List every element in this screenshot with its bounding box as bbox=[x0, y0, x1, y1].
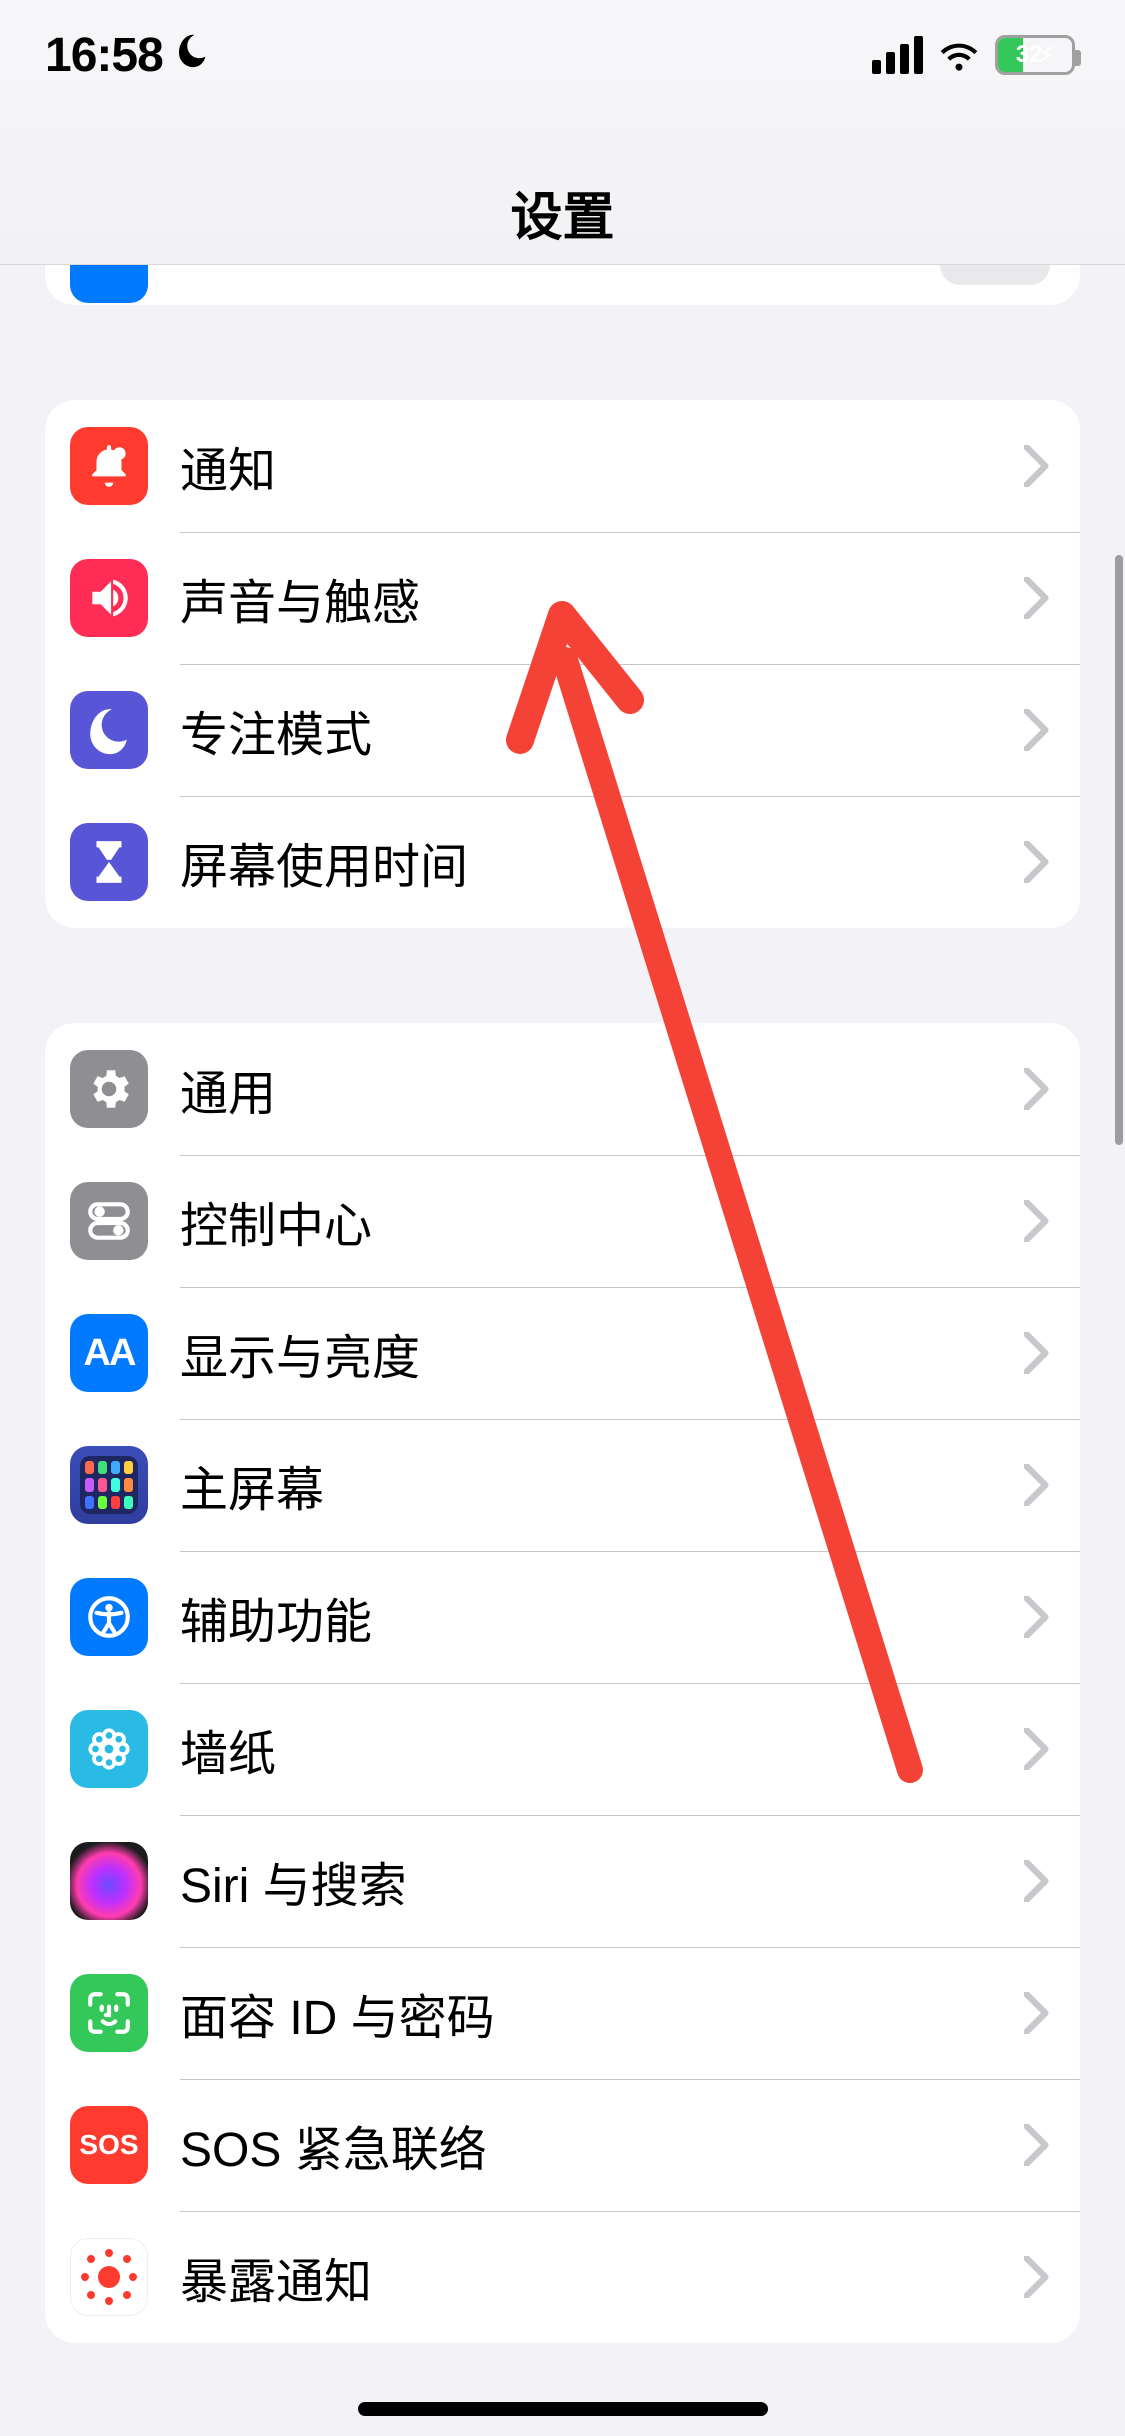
exposure-icon bbox=[70, 2238, 148, 2316]
battery-percent: 32⚡︎ bbox=[998, 41, 1072, 69]
chevron-right-icon bbox=[1024, 2124, 1050, 2166]
status-time: 16:58 bbox=[45, 28, 163, 83]
home-indicator[interactable] bbox=[358, 2402, 768, 2416]
chevron-right-icon bbox=[1024, 1068, 1050, 1110]
row-label: Siri 与搜索 bbox=[180, 1846, 1024, 1916]
chevron-right-icon bbox=[1024, 709, 1050, 751]
row-label: 显示与亮度 bbox=[180, 1318, 1024, 1388]
general-icon bbox=[70, 1050, 148, 1128]
settings-group-general: 通用 控制中心 AA 显示与亮度 主屏幕 bbox=[45, 1023, 1080, 2343]
row-accessibility[interactable]: 辅助功能 bbox=[45, 1551, 1080, 1683]
notifications-icon bbox=[70, 427, 148, 505]
do-not-disturb-icon bbox=[173, 28, 213, 83]
row-display[interactable]: AA 显示与亮度 bbox=[45, 1287, 1080, 1419]
sounds-icon bbox=[70, 559, 148, 637]
status-right: 32⚡︎ bbox=[872, 33, 1075, 77]
row-label: 屏幕使用时间 bbox=[180, 827, 1024, 897]
row-faceid[interactable]: 面容 ID 与密码 bbox=[45, 1947, 1080, 2079]
row-siri[interactable]: Siri 与搜索 bbox=[45, 1815, 1080, 1947]
row-notifications[interactable]: 通知 bbox=[45, 400, 1080, 532]
row-home-screen[interactable]: 主屏幕 bbox=[45, 1419, 1080, 1551]
settings-group-attention: 通知 声音与触感 专注模式 屏幕使用时间 bbox=[45, 400, 1080, 928]
row-general[interactable]: 通用 bbox=[45, 1023, 1080, 1155]
chevron-right-icon bbox=[1024, 1992, 1050, 2034]
display-icon: AA bbox=[70, 1314, 148, 1392]
chevron-right-icon bbox=[1024, 1728, 1050, 1770]
row-label: 暴露通知 bbox=[180, 2242, 1024, 2312]
partial-row[interactable] bbox=[45, 265, 1080, 305]
status-left: 16:58 bbox=[45, 28, 213, 83]
row-label: 面容 ID 与密码 bbox=[180, 1978, 1024, 2048]
row-label: 通用 bbox=[180, 1054, 1024, 1124]
focus-icon bbox=[70, 691, 148, 769]
row-wallpaper[interactable]: 墙纸 bbox=[45, 1683, 1080, 1815]
charging-bolt-icon: ⚡︎ bbox=[1039, 42, 1054, 67]
row-label: 专注模式 bbox=[180, 695, 1024, 765]
chevron-right-icon bbox=[1024, 2256, 1050, 2298]
row-exposure[interactable]: 暴露通知 bbox=[45, 2211, 1080, 2343]
siri-icon bbox=[70, 1842, 148, 1920]
chevron-right-icon bbox=[1024, 841, 1050, 883]
toggle-off[interactable] bbox=[940, 265, 1050, 285]
faceid-icon bbox=[70, 1974, 148, 2052]
row-label: 控制中心 bbox=[180, 1186, 1024, 1256]
row-sos[interactable]: SOS SOS 紧急联络 bbox=[45, 2079, 1080, 2211]
row-label: 声音与触感 bbox=[180, 563, 1024, 633]
control-center-icon bbox=[70, 1182, 148, 1260]
sos-glyph: SOS bbox=[79, 2129, 138, 2161]
chevron-right-icon bbox=[1024, 1860, 1050, 1902]
accessibility-icon bbox=[70, 1578, 148, 1656]
cellular-signal-icon bbox=[872, 36, 923, 74]
sos-icon: SOS bbox=[70, 2106, 148, 2184]
display-aa-glyph: AA bbox=[84, 1332, 135, 1375]
chevron-right-icon bbox=[1024, 445, 1050, 487]
row-focus[interactable]: 专注模式 bbox=[45, 664, 1080, 796]
screentime-icon bbox=[70, 823, 148, 901]
partial-icon bbox=[70, 265, 148, 303]
chevron-right-icon bbox=[1024, 1200, 1050, 1242]
wallpaper-icon bbox=[70, 1710, 148, 1788]
chevron-right-icon bbox=[1024, 1596, 1050, 1638]
status-bar: 16:58 32⚡︎ bbox=[0, 0, 1125, 110]
scroll-indicator[interactable] bbox=[1115, 555, 1123, 1145]
wifi-icon bbox=[937, 33, 981, 77]
row-control-center[interactable]: 控制中心 bbox=[45, 1155, 1080, 1287]
battery-icon: 32⚡︎ bbox=[995, 35, 1075, 75]
chevron-right-icon bbox=[1024, 577, 1050, 619]
row-sounds[interactable]: 声音与触感 bbox=[45, 532, 1080, 664]
chevron-right-icon bbox=[1024, 1464, 1050, 1506]
row-label: 主屏幕 bbox=[180, 1450, 1024, 1520]
row-label: 墙纸 bbox=[180, 1714, 1024, 1784]
row-label: 通知 bbox=[180, 431, 1024, 501]
row-screentime[interactable]: 屏幕使用时间 bbox=[45, 796, 1080, 928]
page-title: 设置 bbox=[0, 175, 1125, 250]
settings-scroll-body[interactable]: 通知 声音与触感 专注模式 屏幕使用时间 bbox=[0, 265, 1125, 2436]
chevron-right-icon bbox=[1024, 1332, 1050, 1374]
row-label: SOS 紧急联络 bbox=[180, 2110, 1024, 2180]
row-label: 辅助功能 bbox=[180, 1582, 1024, 1652]
settings-screen: 16:58 32⚡︎ 设置 bbox=[0, 0, 1125, 2436]
home-screen-icon bbox=[70, 1446, 148, 1524]
